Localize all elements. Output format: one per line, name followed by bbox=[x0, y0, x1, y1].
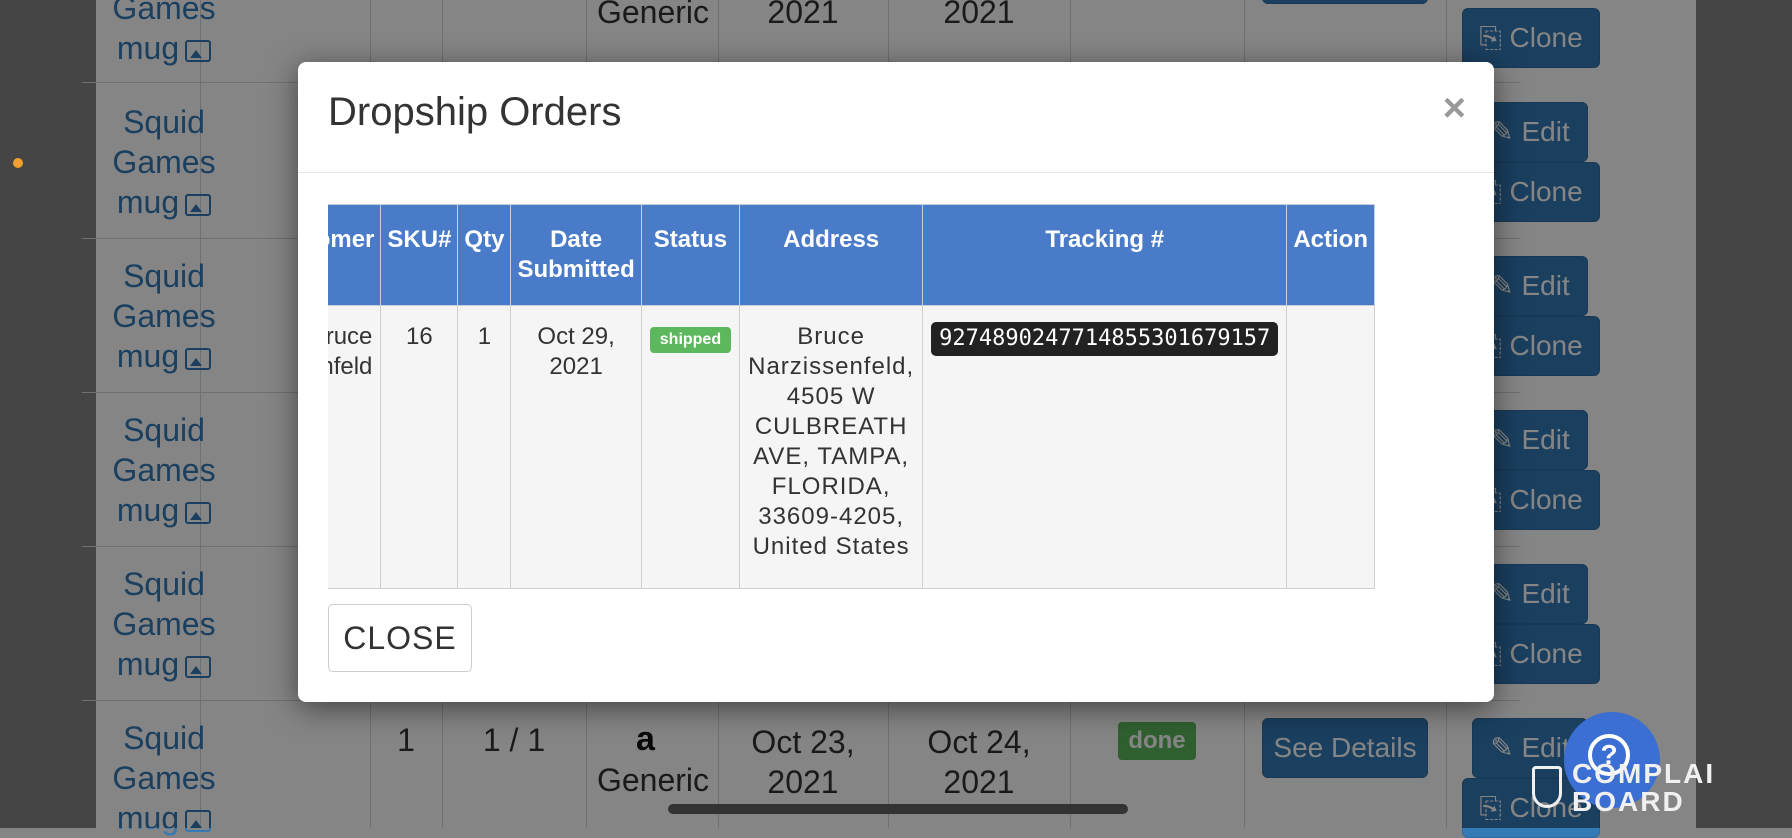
tracking-number[interactable]: 9274890247714855301679157 bbox=[931, 322, 1279, 356]
date-submitted-cell: Oct 29, 2021 bbox=[510, 305, 642, 589]
column-header-qty: Qty bbox=[457, 204, 512, 306]
indicator-dot bbox=[13, 158, 23, 168]
dropship-orders-modal: Dropship Orders × Customer SKU# Qty Date… bbox=[298, 62, 1494, 702]
status-cell: shipped bbox=[640, 305, 741, 589]
qty-cell: 1 bbox=[457, 305, 512, 589]
status-badge: shipped bbox=[649, 327, 732, 353]
modal-header: Dropship Orders × bbox=[298, 62, 1494, 173]
column-header-action: Action bbox=[1286, 204, 1375, 306]
shield-icon bbox=[1532, 766, 1562, 808]
action-cell bbox=[1286, 305, 1375, 589]
table-header-row: Customer SKU# Qty Date Submitted Status … bbox=[328, 204, 1375, 306]
column-header-date-submitted: Date Submitted bbox=[510, 204, 642, 306]
brand-logo-line: COMPLAI bbox=[1572, 758, 1716, 789]
column-header-status: Status bbox=[640, 204, 741, 306]
column-header-sku: SKU# bbox=[380, 204, 459, 306]
customer-cell: Bruce Narzissenfeld bbox=[328, 305, 382, 589]
brand-logo: COMPLAI BOARD bbox=[1572, 760, 1715, 816]
close-icon[interactable]: × bbox=[1443, 88, 1466, 128]
modal-title: Dropship Orders bbox=[328, 90, 622, 134]
orders-table-viewport[interactable]: Customer SKU# Qty Date Submitted Status … bbox=[328, 204, 1464, 638]
tracking-cell: 9274890247714855301679157 bbox=[922, 305, 1288, 589]
column-header-customer: Customer bbox=[328, 204, 382, 306]
brand-logo-line: BOARD bbox=[1572, 786, 1685, 817]
close-button[interactable]: CLOSE bbox=[328, 604, 472, 672]
column-header-address: Address bbox=[739, 204, 924, 306]
address-cell: Bruce Narzissenfeld, 4505 W CULBREATH AV… bbox=[739, 305, 924, 589]
horizontal-scrollbar[interactable] bbox=[668, 804, 1128, 814]
column-header-tracking: Tracking # bbox=[922, 204, 1288, 306]
sku-cell: 16 bbox=[380, 305, 459, 589]
orders-table: Customer SKU# Qty Date Submitted Status … bbox=[328, 204, 1375, 589]
table-row: Bruce Narzissenfeld 16 1 Oct 29, 2021 sh… bbox=[328, 305, 1375, 589]
